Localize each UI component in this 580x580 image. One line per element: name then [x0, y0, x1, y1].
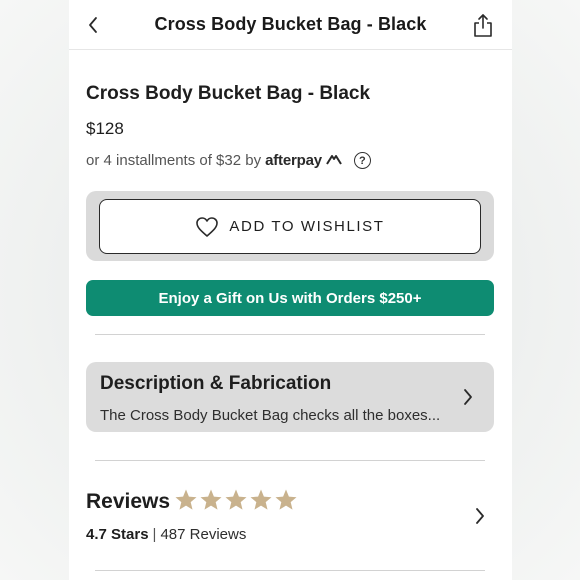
reviews-heading: Reviews [86, 490, 171, 513]
star-icon [225, 489, 247, 510]
rating-summary: 4.7 Stars | 487 Reviews [86, 526, 246, 543]
chevron-right-icon [476, 508, 484, 524]
chevron-right-icon [464, 389, 472, 405]
star-icon [275, 489, 297, 510]
installments-info: or 4 installments of $32 by afterpay ? [86, 152, 371, 169]
afterpay-arrows-icon [325, 155, 342, 165]
wishlist-label: ADD TO WISHLIST [229, 218, 385, 235]
star-rating [174, 488, 298, 512]
add-to-wishlist-button[interactable]: ADD TO WISHLIST [99, 199, 481, 254]
divider [95, 570, 485, 571]
rating-stars-text: 4.7 Stars [86, 526, 149, 543]
gift-promo-button[interactable]: Enjoy a Gift on Us with Orders $250+ [86, 280, 494, 316]
description-heading: Description & Fabrication [100, 373, 332, 394]
back-button[interactable] [83, 14, 103, 36]
rating-separator: | [152, 526, 157, 543]
star-icon [250, 489, 272, 510]
afterpay-logo-text: afterpay [265, 152, 322, 169]
star-icon [200, 489, 222, 510]
review-count: 487 Reviews [160, 526, 247, 543]
chevron-left-icon [89, 17, 97, 33]
divider [95, 460, 485, 461]
top-navigation-bar: Cross Body Bucket Bag - Black [69, 0, 512, 50]
heart-icon [196, 216, 219, 237]
product-price: $128 [86, 119, 124, 138]
share-icon [474, 14, 492, 37]
description-summary: The Cross Body Bucket Bag checks all the… [100, 407, 441, 424]
afterpay-logo: afterpay [265, 152, 342, 169]
share-button[interactable] [472, 12, 494, 38]
description-fabrication-card[interactable]: Description & Fabrication The Cross Body… [86, 362, 494, 432]
divider [95, 334, 485, 335]
reviews-section[interactable]: Reviews 4.7 Stars | 487 Reviews [86, 486, 494, 546]
afterpay-help-icon[interactable]: ? [353, 152, 371, 169]
product-screen: Cross Body Bucket Bag - Black Cross Body… [69, 0, 512, 580]
page-title: Cross Body Bucket Bag - Black [154, 14, 427, 34]
star-icon [175, 489, 197, 510]
product-name: Cross Body Bucket Bag - Black [86, 83, 371, 104]
installments-text: or 4 installments of $32 by [86, 152, 262, 169]
wishlist-container: ADD TO WISHLIST [86, 191, 494, 261]
